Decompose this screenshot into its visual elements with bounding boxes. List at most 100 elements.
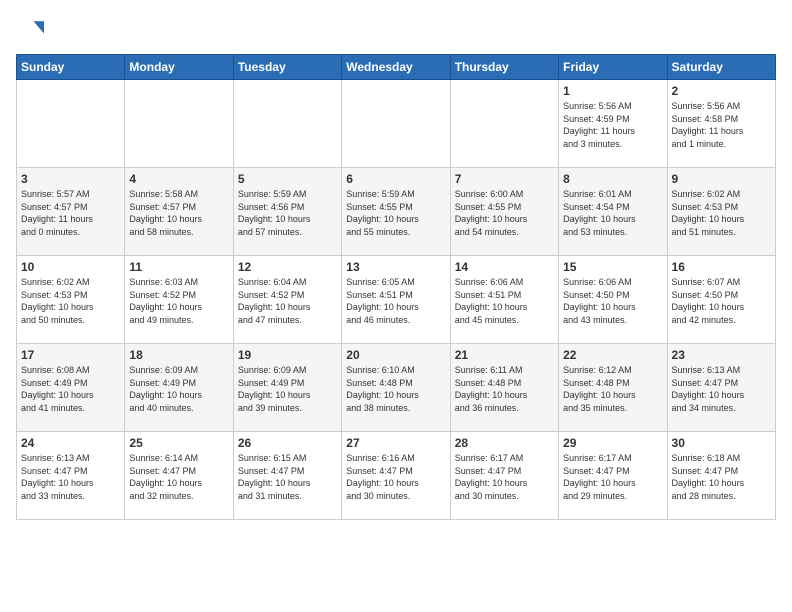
day-info: Sunrise: 6:13 AM Sunset: 4:47 PM Dayligh… <box>21 452 120 502</box>
calendar-cell: 29 Sunrise: 6:17 AM Sunset: 4:47 PM Dayli… <box>559 432 667 520</box>
calendar-cell: 28 Sunrise: 6:17 AM Sunset: 4:47 PM Dayli… <box>450 432 558 520</box>
calendar-cell: 6Sunrise: 5:59 AM Sunset: 4:55 PM Daylig… <box>342 168 450 256</box>
day-info: Sunrise: 6:09 AM Sunset: 4:49 PM Dayligh… <box>129 364 228 414</box>
day-info: Sunrise: 5:56 AM Sunset: 4:59 PM Dayligh… <box>563 100 662 150</box>
day-info: Sunrise: 6:10 AM Sunset: 4:48 PM Dayligh… <box>346 364 445 414</box>
day-info: Sunrise: 5:58 AM Sunset: 4:57 PM Dayligh… <box>129 188 228 238</box>
day-info: Sunrise: 6:08 AM Sunset: 4:49 PM Dayligh… <box>21 364 120 414</box>
day-info: Sunrise: 6:06 AM Sunset: 4:51 PM Dayligh… <box>455 276 554 326</box>
calendar-cell <box>450 80 558 168</box>
day-info: Sunrise: 6:17 AM Sunset: 4:47 PM Dayligh… <box>455 452 554 502</box>
week-row-5: 24 Sunrise: 6:13 AM Sunset: 4:47 PM Dayli… <box>17 432 776 520</box>
day-info: Sunrise: 6:02 AM Sunset: 4:53 PM Dayligh… <box>21 276 120 326</box>
calendar-cell: 24 Sunrise: 6:13 AM Sunset: 4:47 PM Dayli… <box>17 432 125 520</box>
day-number: 7 <box>455 172 554 186</box>
week-row-1: 1Sunrise: 5:56 AM Sunset: 4:59 PM Daylig… <box>17 80 776 168</box>
day-number: 13 <box>346 260 445 274</box>
weekday-header-thursday: Thursday <box>450 55 558 80</box>
calendar-cell: 5 Sunrise: 5:59 AM Sunset: 4:56 PM Daylig… <box>233 168 341 256</box>
day-number: 29 <box>563 436 662 450</box>
day-number: 4 <box>129 172 228 186</box>
calendar-cell: 14Sunrise: 6:06 AM Sunset: 4:51 PM Dayli… <box>450 256 558 344</box>
calendar-cell: 27 Sunrise: 6:16 AM Sunset: 4:47 PM Dayli… <box>342 432 450 520</box>
calendar-cell: 21Sunrise: 6:11 AM Sunset: 4:48 PM Dayli… <box>450 344 558 432</box>
weekday-header-sunday: Sunday <box>17 55 125 80</box>
calendar-cell <box>125 80 233 168</box>
day-info: Sunrise: 6:16 AM Sunset: 4:47 PM Dayligh… <box>346 452 445 502</box>
day-number: 28 <box>455 436 554 450</box>
day-number: 16 <box>672 260 771 274</box>
day-info: Sunrise: 6:00 AM Sunset: 4:55 PM Dayligh… <box>455 188 554 238</box>
day-info: Sunrise: 6:01 AM Sunset: 4:54 PM Dayligh… <box>563 188 662 238</box>
calendar-cell: 25 Sunrise: 6:14 AM Sunset: 4:47 PM Dayli… <box>125 432 233 520</box>
weekday-header-monday: Monday <box>125 55 233 80</box>
day-info: Sunrise: 5:56 AM Sunset: 4:58 PM Dayligh… <box>672 100 771 150</box>
calendar-cell: 12 Sunrise: 6:04 AM Sunset: 4:52 PM Dayli… <box>233 256 341 344</box>
logo <box>16 16 48 44</box>
day-info: Sunrise: 6:17 AM Sunset: 4:47 PM Dayligh… <box>563 452 662 502</box>
calendar-cell: 2Sunrise: 5:56 AM Sunset: 4:58 PM Daylig… <box>667 80 775 168</box>
day-number: 20 <box>346 348 445 362</box>
weekday-header-wednesday: Wednesday <box>342 55 450 80</box>
day-number: 15 <box>563 260 662 274</box>
weekday-header-row: SundayMondayTuesdayWednesdayThursdayFrid… <box>17 55 776 80</box>
day-number: 27 <box>346 436 445 450</box>
page-header <box>16 16 776 44</box>
calendar-cell: 18 Sunrise: 6:09 AM Sunset: 4:49 PM Dayli… <box>125 344 233 432</box>
day-number: 12 <box>238 260 337 274</box>
logo-icon <box>16 16 44 44</box>
day-number: 17 <box>21 348 120 362</box>
day-info: Sunrise: 6:14 AM Sunset: 4:47 PM Dayligh… <box>129 452 228 502</box>
day-number: 24 <box>21 436 120 450</box>
day-info: Sunrise: 6:12 AM Sunset: 4:48 PM Dayligh… <box>563 364 662 414</box>
calendar-cell: 10 Sunrise: 6:02 AM Sunset: 4:53 PM Dayli… <box>17 256 125 344</box>
calendar-cell: 9 Sunrise: 6:02 AM Sunset: 4:53 PM Daylig… <box>667 168 775 256</box>
calendar-cell: 15 Sunrise: 6:06 AM Sunset: 4:50 PM Dayli… <box>559 256 667 344</box>
calendar-cell <box>17 80 125 168</box>
calendar-cell: 1Sunrise: 5:56 AM Sunset: 4:59 PM Daylig… <box>559 80 667 168</box>
day-info: Sunrise: 6:04 AM Sunset: 4:52 PM Dayligh… <box>238 276 337 326</box>
day-info: Sunrise: 6:02 AM Sunset: 4:53 PM Dayligh… <box>672 188 771 238</box>
day-info: Sunrise: 6:13 AM Sunset: 4:47 PM Dayligh… <box>672 364 771 414</box>
day-number: 18 <box>129 348 228 362</box>
day-info: Sunrise: 6:05 AM Sunset: 4:51 PM Dayligh… <box>346 276 445 326</box>
day-number: 3 <box>21 172 120 186</box>
day-info: Sunrise: 5:57 AM Sunset: 4:57 PM Dayligh… <box>21 188 120 238</box>
day-info: Sunrise: 6:18 AM Sunset: 4:47 PM Dayligh… <box>672 452 771 502</box>
calendar-cell: 4 Sunrise: 5:58 AM Sunset: 4:57 PM Daylig… <box>125 168 233 256</box>
day-info: Sunrise: 6:06 AM Sunset: 4:50 PM Dayligh… <box>563 276 662 326</box>
calendar-cell: 20 Sunrise: 6:10 AM Sunset: 4:48 PM Dayli… <box>342 344 450 432</box>
calendar-cell: 19 Sunrise: 6:09 AM Sunset: 4:49 PM Dayli… <box>233 344 341 432</box>
day-number: 11 <box>129 260 228 274</box>
calendar-cell: 7 Sunrise: 6:00 AM Sunset: 4:55 PM Daylig… <box>450 168 558 256</box>
calendar-cell: 30 Sunrise: 6:18 AM Sunset: 4:47 PM Dayli… <box>667 432 775 520</box>
day-number: 10 <box>21 260 120 274</box>
week-row-4: 17 Sunrise: 6:08 AM Sunset: 4:49 PM Dayli… <box>17 344 776 432</box>
calendar-cell: 8 Sunrise: 6:01 AM Sunset: 4:54 PM Daylig… <box>559 168 667 256</box>
calendar-cell: 17 Sunrise: 6:08 AM Sunset: 4:49 PM Dayli… <box>17 344 125 432</box>
day-info: Sunrise: 6:15 AM Sunset: 4:47 PM Dayligh… <box>238 452 337 502</box>
day-info: Sunrise: 6:07 AM Sunset: 4:50 PM Dayligh… <box>672 276 771 326</box>
day-info: Sunrise: 5:59 AM Sunset: 4:55 PM Dayligh… <box>346 188 445 238</box>
calendar-cell: 11Sunrise: 6:03 AM Sunset: 4:52 PM Dayli… <box>125 256 233 344</box>
calendar-cell: 3 Sunrise: 5:57 AM Sunset: 4:57 PM Daylig… <box>17 168 125 256</box>
week-row-3: 10 Sunrise: 6:02 AM Sunset: 4:53 PM Dayli… <box>17 256 776 344</box>
day-number: 30 <box>672 436 771 450</box>
calendar-cell: 22Sunrise: 6:12 AM Sunset: 4:48 PM Dayli… <box>559 344 667 432</box>
weekday-header-saturday: Saturday <box>667 55 775 80</box>
calendar-cell: 23Sunrise: 6:13 AM Sunset: 4:47 PM Dayli… <box>667 344 775 432</box>
day-number: 25 <box>129 436 228 450</box>
day-number: 8 <box>563 172 662 186</box>
day-number: 26 <box>238 436 337 450</box>
day-number: 19 <box>238 348 337 362</box>
calendar-cell: 26 Sunrise: 6:15 AM Sunset: 4:47 PM Dayli… <box>233 432 341 520</box>
calendar-cell <box>342 80 450 168</box>
week-row-2: 3 Sunrise: 5:57 AM Sunset: 4:57 PM Daylig… <box>17 168 776 256</box>
day-number: 21 <box>455 348 554 362</box>
day-info: Sunrise: 6:09 AM Sunset: 4:49 PM Dayligh… <box>238 364 337 414</box>
day-info: Sunrise: 5:59 AM Sunset: 4:56 PM Dayligh… <box>238 188 337 238</box>
weekday-header-tuesday: Tuesday <box>233 55 341 80</box>
day-number: 9 <box>672 172 771 186</box>
day-number: 5 <box>238 172 337 186</box>
calendar-cell <box>233 80 341 168</box>
